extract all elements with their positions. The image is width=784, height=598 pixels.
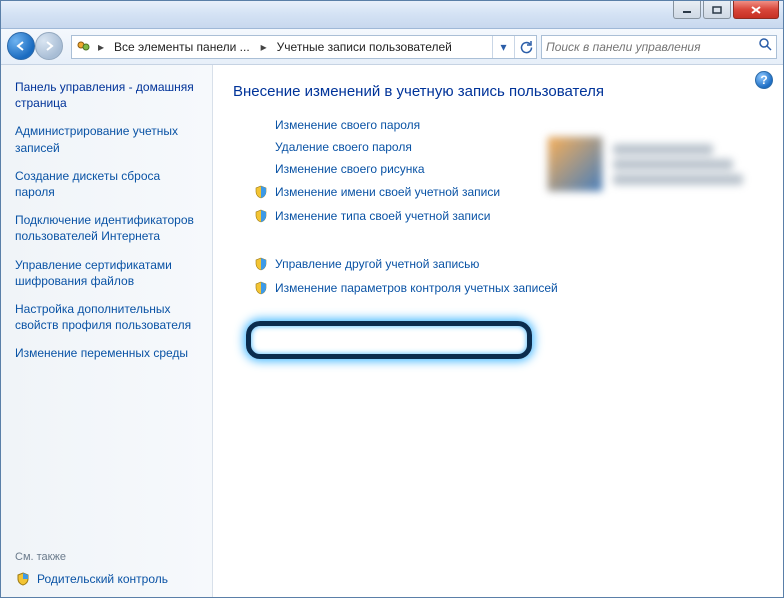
account-option-link[interactable]: Управление другой учетной записью [275,257,479,271]
parental-control-label: Родительский контроль [37,572,168,586]
sidebar-link[interactable]: Настройка дополнительных свойств профиля… [15,301,200,333]
search-box[interactable] [541,35,777,59]
see-also-label: См. также [15,551,200,563]
sidebar-link[interactable]: Управление сертификатами шифрования файл… [15,257,200,289]
account-option-link[interactable]: Изменение параметров контроля учетных за… [275,281,558,295]
nav-back-button[interactable] [7,32,35,60]
sidebar-home-link[interactable]: Панель управления - домашняя страница [15,79,200,111]
account-option-link[interactable]: Изменение своего рисунка [275,162,425,176]
maximize-button[interactable] [703,1,731,19]
user-accounts-icon [72,36,94,58]
breadcrumb-dropdown-button[interactable]: ▾ [492,36,514,58]
sidebar-link[interactable]: Администрирование учетных записей [15,123,200,155]
search-input[interactable] [546,40,758,54]
shield-icon [253,256,269,272]
parental-control-link[interactable]: Родительский контроль [15,571,200,587]
breadcrumb-segment[interactable]: Все элементы панели ... [108,36,257,58]
account-option-link[interactable]: Изменение имени своей учетной записи [275,185,500,199]
breadcrumb[interactable]: ▸ Все элементы панели ... ▸ Учетные запи… [71,35,537,59]
minimize-button[interactable] [673,1,701,19]
close-button[interactable] [733,1,779,19]
refresh-button[interactable] [514,36,536,58]
account-picture [547,136,603,192]
shield-icon [15,571,31,587]
shield-icon [253,184,269,200]
chevron-right-icon: ▸ [257,40,271,54]
account-preview-card [547,125,757,203]
chevron-right-icon: ▸ [94,40,108,54]
search-icon[interactable] [758,37,772,56]
shield-icon [253,280,269,296]
nav-forward-button [35,32,63,60]
help-icon[interactable]: ? [755,71,773,89]
sidebar-link[interactable]: Создание дискеты сброса пароля [15,168,200,200]
titlebar [1,1,783,29]
page-title: Внесение изменений в учетную запись поль… [233,83,759,100]
breadcrumb-segment[interactable]: Учетные записи пользователей [271,36,459,58]
account-option-link[interactable]: Изменение своего пароля [275,118,420,132]
sidebar-link[interactable]: Изменение переменных среды [15,345,200,361]
sidebar-link[interactable]: Подключение идентификаторов пользователе… [15,212,200,244]
shield-icon [253,208,269,224]
account-option-link[interactable]: Изменение типа своей учетной записи [275,209,490,223]
account-option-link[interactable]: Удаление своего пароля [275,140,412,154]
